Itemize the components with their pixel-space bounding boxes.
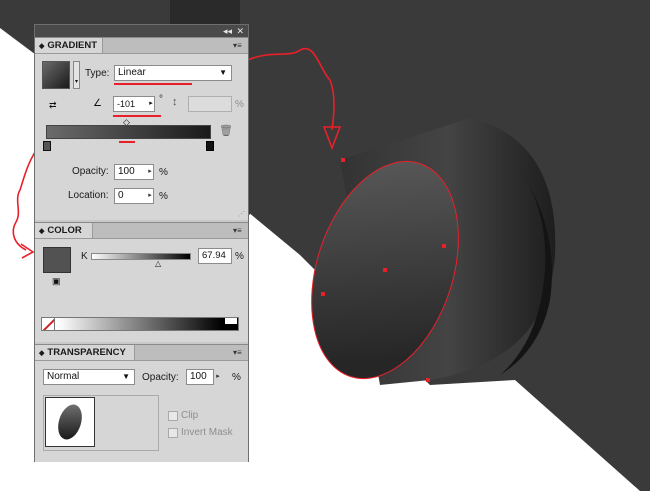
trash-icon[interactable]: 🗑 xyxy=(219,124,233,137)
k-slider-thumb[interactable]: △ xyxy=(155,259,161,268)
gradient-swatch[interactable] xyxy=(42,61,70,89)
tab-gradient[interactable]: ◆ GRADIENT xyxy=(35,38,103,53)
aspect-field xyxy=(188,96,232,112)
type-label: Type: xyxy=(85,68,110,79)
transparency-tab-label: TRANSPARENCY xyxy=(47,347,126,358)
location-value: 0 xyxy=(118,190,124,201)
color-tab-label: COLOR xyxy=(47,225,82,236)
close-icon[interactable]: ✕ xyxy=(236,26,244,36)
white-swatch[interactable] xyxy=(225,318,237,324)
transparency-opacity-label: Opacity: xyxy=(142,372,179,383)
anchor-point xyxy=(426,378,430,382)
invert-mask-checkbox[interactable] xyxy=(168,428,178,438)
blend-mode-value: Normal xyxy=(47,371,80,382)
anchor-point xyxy=(341,158,345,162)
fill-swatch[interactable] xyxy=(43,247,71,273)
tab-color[interactable]: ◆ COLOR xyxy=(35,223,93,238)
angle-icon: ∠ xyxy=(93,98,102,109)
panel-stack: ◂◂ ✕ ◆ GRADIENT ▾≡ ▾ Type: Linear ▼ ⇄ ∠ -… xyxy=(34,24,249,462)
transparency-panel: ◆ TRANSPARENCY ▾≡ Normal ▼ Opacity: 100 ▸… xyxy=(35,344,248,462)
transparency-opacity-field[interactable]: 100 xyxy=(186,369,214,385)
color-stop-left[interactable] xyxy=(43,141,51,151)
panel-menu-icon[interactable]: ▾≡ xyxy=(233,226,245,235)
gradient-panel: ◆ GRADIENT ▾≡ ▾ Type: Linear ▼ ⇄ ∠ -101 ▸… xyxy=(35,37,248,220)
color-spectrum-bar[interactable] xyxy=(41,317,239,331)
panel-menu-icon[interactable]: ▾≡ xyxy=(233,348,245,357)
gradient-slider[interactable] xyxy=(46,125,211,139)
aspect-unit: % xyxy=(235,99,244,110)
invert-mask-label: Invert Mask xyxy=(181,427,233,438)
location-label: Location: xyxy=(68,190,109,201)
annotation-arrowhead-left xyxy=(20,243,35,259)
collapse-arrow-icon[interactable]: ◆ xyxy=(39,228,44,235)
anchor-point xyxy=(442,244,446,248)
k-unit: % xyxy=(235,251,244,262)
out-of-gamut-icon: ▣ xyxy=(52,276,61,286)
color-stop-right[interactable] xyxy=(206,141,214,151)
panel-menu-icon[interactable]: ▾≡ xyxy=(233,41,245,50)
k-channel-label: K xyxy=(81,251,88,262)
clip-label: Clip xyxy=(181,410,199,421)
annotation-underline xyxy=(119,141,135,143)
resize-grip-icon[interactable]: ⋰ xyxy=(238,210,246,218)
k-value-field[interactable]: 67.94 xyxy=(198,248,232,264)
angle-value: -101 xyxy=(117,99,136,109)
k-slider[interactable] xyxy=(91,253,191,260)
type-value: Linear xyxy=(118,67,146,78)
panel-titlebar[interactable]: ◂◂ ✕ xyxy=(35,25,248,37)
double-chevron-icon[interactable]: ◂◂ xyxy=(223,26,232,36)
thumbnail-ellipse xyxy=(53,401,87,443)
stop-opacity-label: Opacity: xyxy=(72,166,109,177)
chevron-down-icon[interactable]: ▼ xyxy=(122,370,130,384)
clip-checkbox[interactable] xyxy=(168,411,178,421)
collapse-arrow-icon[interactable]: ◆ xyxy=(39,43,44,50)
none-swatch-icon[interactable] xyxy=(41,317,55,331)
anchor-point xyxy=(321,292,325,296)
location-dropdown-icon[interactable]: ▸ xyxy=(145,189,155,203)
type-select[interactable]: Linear ▼ xyxy=(114,65,232,81)
object-thumbnail[interactable] xyxy=(45,397,95,447)
blend-mode-select[interactable]: Normal ▼ xyxy=(43,369,135,385)
collapse-arrow-icon[interactable]: ◆ xyxy=(39,350,44,357)
angle-dropdown-icon[interactable]: ▸ xyxy=(147,97,155,111)
aspect-ratio-icon: ↕ xyxy=(172,96,178,108)
k-value: 67.94 xyxy=(202,250,226,261)
transparency-opacity-unit: % xyxy=(232,372,241,383)
tab-transparency[interactable]: ◆ TRANSPARENCY xyxy=(35,345,135,360)
gradient-tabrow: ◆ GRADIENT ▾≡ xyxy=(35,38,248,54)
transparency-tabrow: ◆ TRANSPARENCY ▾≡ xyxy=(35,345,248,361)
location-unit: % xyxy=(159,191,168,202)
transparency-opacity-dropdown-icon[interactable]: ▸ xyxy=(213,370,223,384)
gradient-swatch-dropdown[interactable]: ▾ xyxy=(73,61,80,89)
stop-opacity-value: 100 xyxy=(118,166,135,177)
anchor-point xyxy=(383,268,387,272)
color-panel: ◆ COLOR ▾≡ ▣ K △ 67.94 % xyxy=(35,222,248,342)
annotation-underline xyxy=(113,115,161,117)
reverse-gradient-icon[interactable]: ⇄ xyxy=(49,98,65,112)
transparency-opacity-value: 100 xyxy=(190,371,207,382)
annotation-underline xyxy=(114,83,192,85)
color-tabrow: ◆ COLOR ▾≡ xyxy=(35,223,248,239)
gradient-tab-label: GRADIENT xyxy=(47,40,98,51)
angle-unit: ° xyxy=(159,94,163,105)
stop-opacity-unit: % xyxy=(159,167,168,178)
chevron-down-icon[interactable]: ▼ xyxy=(219,66,227,80)
stop-opacity-dropdown-icon[interactable]: ▸ xyxy=(145,165,155,179)
top-knob-shape xyxy=(170,0,240,24)
